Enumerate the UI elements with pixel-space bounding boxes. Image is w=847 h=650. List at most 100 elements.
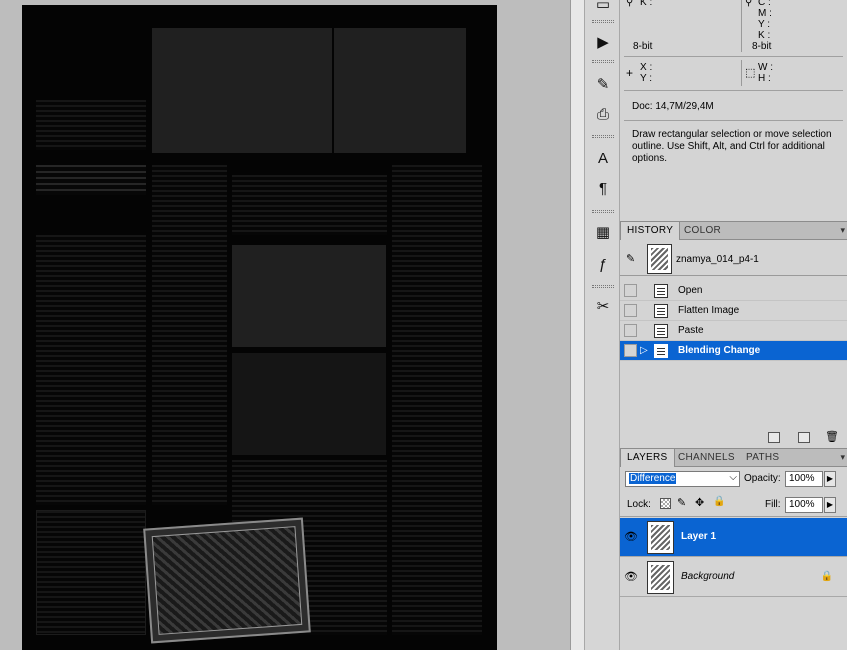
tab-channels[interactable]: CHANNELS	[672, 449, 741, 467]
history-brush-source-icon[interactable]: ✎	[626, 252, 635, 265]
new-snapshot-icon[interactable]	[798, 432, 810, 443]
info-m-label: M :	[758, 8, 772, 19]
history-item-selected[interactable]: ▷ Blending Change	[620, 341, 847, 361]
visibility-eye-icon[interactable]: 👁	[623, 530, 639, 544]
history-brush-checkbox[interactable]	[624, 304, 637, 317]
history-item-label: Paste	[678, 325, 704, 336]
trash-icon[interactable]: 🗑	[825, 430, 839, 443]
layers-tabbar: LAYERS CHANNELS PATHS ▾	[620, 448, 847, 467]
photo-top-left	[152, 28, 332, 153]
history-state-icon	[654, 284, 668, 298]
right-panels: ⚲ K : ⚲ C : M : Y : K : 8-bit 8-bit + X …	[620, 0, 847, 650]
new-document-from-state-icon[interactable]	[768, 432, 780, 443]
photo-middle	[232, 245, 386, 347]
doc-size: Doc: 14,7M/29,4M	[632, 101, 714, 112]
fill-label: Fill:	[765, 499, 781, 510]
layer-row-selected[interactable]: 👁 Layer 1	[620, 518, 847, 557]
history-brush-checkbox[interactable]	[624, 284, 637, 297]
info-w-label: W :	[758, 62, 773, 73]
tab-color[interactable]: COLOR	[678, 222, 727, 240]
document-canvas[interactable]	[22, 5, 497, 650]
tab-history[interactable]: HISTORY	[620, 222, 681, 240]
tab-layers[interactable]: LAYERS	[620, 449, 675, 467]
text-column	[232, 175, 387, 235]
info-x-label: X :	[640, 62, 653, 73]
layer-name: Layer 1	[681, 531, 717, 542]
panel-menu-icon[interactable]: ▾	[840, 452, 845, 463]
actions-play-icon[interactable]: ▶	[590, 30, 616, 54]
text-box	[36, 510, 146, 635]
eyedropper-icon: ⚲	[745, 0, 753, 8]
layer-row[interactable]: 👁 Background 🔒	[620, 558, 847, 597]
current-state-arrow-icon: ▷	[640, 345, 648, 356]
navigator-icon[interactable]: ▭	[590, 0, 616, 16]
blend-mode-select[interactable]: Difference ⌵	[625, 471, 740, 487]
text-column	[36, 235, 146, 505]
history-footer: 🗑	[620, 430, 847, 446]
snapshot-name: znamya_014_p4-1	[676, 254, 759, 265]
strip-grip	[592, 135, 614, 138]
text-column	[152, 165, 227, 505]
pasted-leaflet-image	[143, 517, 311, 644]
info-y-label: Y :	[758, 19, 771, 30]
history-state-icon	[654, 344, 668, 358]
panel-menu-icon[interactable]: ▾	[840, 225, 845, 236]
visibility-eye-icon[interactable]: 👁	[623, 570, 639, 584]
layers-separator	[620, 516, 847, 517]
info-c-label: C :	[758, 0, 771, 8]
canvas-scrollbar[interactable]	[570, 0, 584, 650]
panel-icon-strip: ▭ ▶ ✎ ⎙ A ¶ ▦ ƒ ✂	[584, 0, 620, 650]
fill-slider-button[interactable]: ▶	[824, 497, 836, 513]
info-divider	[741, 60, 742, 86]
bitdepth-left: 8-bit	[633, 41, 653, 52]
info-k2-label: K :	[758, 30, 771, 41]
snapshot-thumbnail	[647, 244, 672, 274]
info-k-label: K :	[640, 0, 653, 8]
history-tabbar: HISTORY COLOR ▾	[620, 221, 847, 240]
text-column	[36, 100, 146, 150]
history-item[interactable]: Flatten Image	[620, 301, 847, 321]
opacity-slider-button[interactable]: ▶	[824, 471, 836, 487]
selection-size-icon: ⬚	[745, 67, 756, 79]
history-snapshot[interactable]: ✎ znamya_014_p4-1	[620, 244, 847, 276]
info-divider	[741, 0, 742, 52]
history-state-icon	[654, 304, 668, 318]
info-separator	[624, 56, 843, 57]
photo-top-right	[334, 28, 466, 153]
lock-all-icon[interactable]: 🔒	[713, 496, 725, 507]
clone-source-icon[interactable]: ⎙	[590, 102, 616, 126]
history-item[interactable]: Paste	[620, 321, 847, 341]
fill-input[interactable]: 100%	[785, 497, 823, 513]
info-y-coord-label: Y :	[640, 73, 653, 84]
text-column	[392, 165, 482, 635]
layer-thumbnail	[647, 561, 674, 594]
blend-mode-value: Difference	[629, 473, 677, 484]
info-separator	[624, 120, 843, 121]
photo-lower	[232, 353, 386, 455]
history-brush-checkbox[interactable]	[624, 344, 637, 357]
tab-paths[interactable]: PATHS	[740, 449, 785, 467]
swatches-grid-icon[interactable]: ▦	[590, 220, 616, 244]
history-state-icon	[654, 324, 668, 338]
styles-fx-icon[interactable]: ƒ	[590, 252, 616, 276]
brushes-icon[interactable]: ✎	[590, 72, 616, 96]
lock-label: Lock:	[627, 499, 651, 510]
character-icon[interactable]: A	[590, 146, 616, 170]
strip-grip	[592, 210, 614, 213]
lock-pixels-icon[interactable]: ✎	[677, 496, 686, 509]
chevron-down-icon: ⌵	[729, 472, 737, 483]
opacity-label: Opacity:	[744, 473, 781, 484]
lock-transparency-icon[interactable]	[660, 498, 671, 509]
strip-grip	[592, 60, 614, 63]
info-h-label: H :	[758, 73, 771, 84]
lock-position-icon[interactable]: ✥	[695, 496, 704, 509]
strip-grip	[592, 20, 614, 23]
history-item[interactable]: Open	[620, 281, 847, 301]
paragraph-icon[interactable]: ¶	[590, 176, 616, 200]
history-brush-checkbox[interactable]	[624, 324, 637, 337]
opacity-input[interactable]: 100%	[785, 471, 823, 487]
canvas-area[interactable]	[0, 0, 570, 650]
tool-presets-icon[interactable]: ✂	[590, 294, 616, 318]
history-item-label: Flatten Image	[678, 305, 740, 316]
history-item-label: Blending Change	[678, 345, 761, 356]
